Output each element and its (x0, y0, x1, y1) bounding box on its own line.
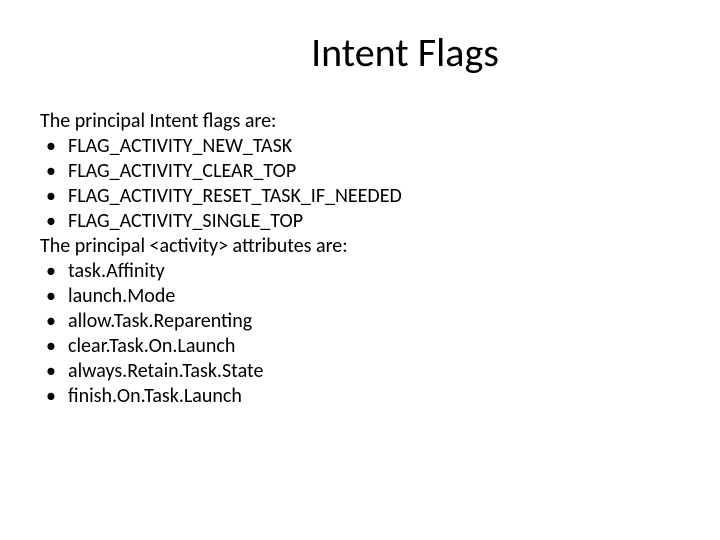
intro-flags: The principal Intent flags are: (40, 109, 680, 134)
list-item: FLAG_ACTIVITY_RESET_TASK_IF_NEEDED (40, 184, 680, 209)
list-item: FLAG_ACTIVITY_NEW_TASK (40, 134, 680, 159)
list-item: FLAG_ACTIVITY_SINGLE_TOP (40, 209, 680, 234)
list-item: clear.Task.On.Launch (40, 334, 680, 359)
list-item: allow.Task.Reparenting (40, 309, 680, 334)
list-item: launch.Mode (40, 284, 680, 309)
slide-title: Intent Flags (40, 28, 680, 77)
intro-attributes: The principal <activity> attributes are: (40, 234, 680, 259)
list-item: FLAG_ACTIVITY_CLEAR_TOP (40, 159, 680, 184)
list-item: task.Affinity (40, 259, 680, 284)
flags-list: FLAG_ACTIVITY_NEW_TASK FLAG_ACTIVITY_CLE… (40, 134, 680, 234)
slide-container: Intent Flags The principal Intent flags … (0, 0, 720, 540)
slide-content: The principal Intent flags are: FLAG_ACT… (40, 109, 680, 409)
list-item: finish.On.Task.Launch (40, 384, 680, 409)
attributes-list: task.Affinity launch.Mode allow.Task.Rep… (40, 259, 680, 409)
list-item: always.Retain.Task.State (40, 359, 680, 384)
